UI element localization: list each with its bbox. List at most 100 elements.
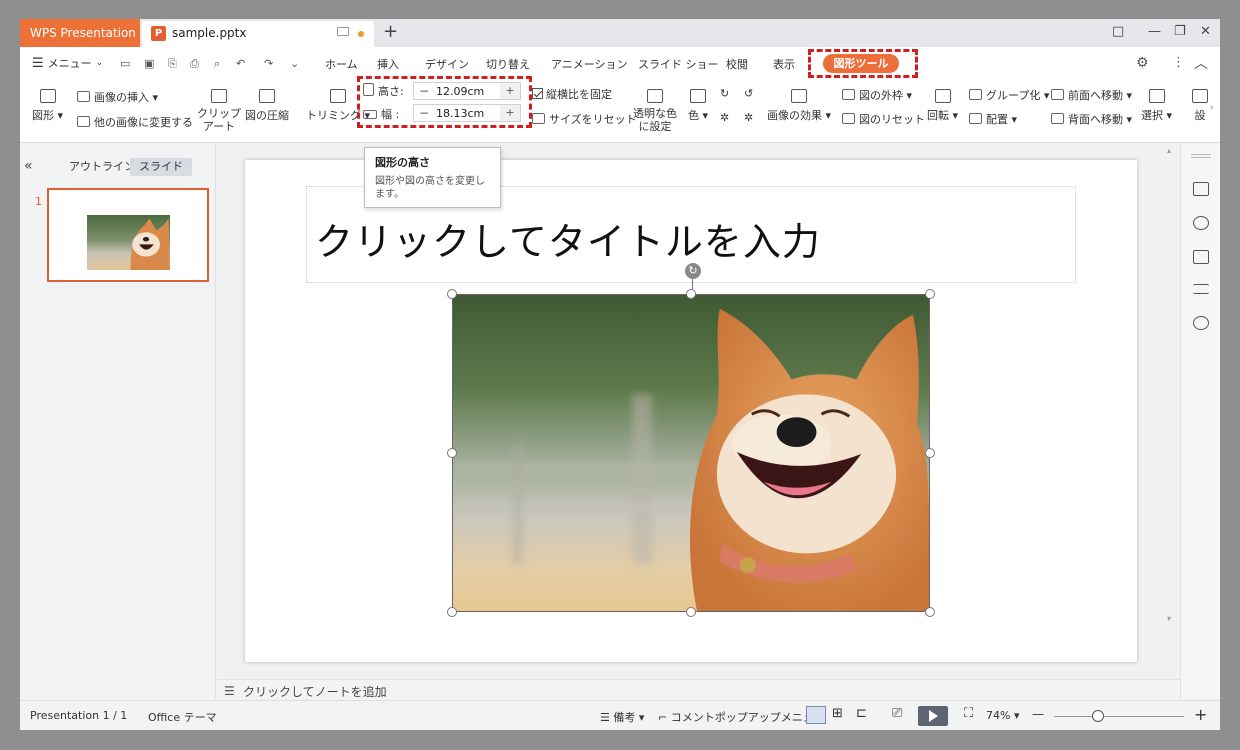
reading-view-icon[interactable]: ⊏ <box>856 706 867 721</box>
contrast-increase-icon[interactable]: ✲ <box>720 111 729 124</box>
send-backward-button[interactable]: 背面へ移動 ▾ <box>1051 111 1132 127</box>
resize-handle-top-left[interactable] <box>447 289 457 299</box>
settings-button-partial[interactable]: 設 <box>1192 89 1208 123</box>
gear-icon[interactable]: ⚙ <box>1136 55 1149 71</box>
scroll-up-icon[interactable]: ▴ <box>1167 146 1171 155</box>
change-image-button[interactable]: 他の画像に変更する <box>77 114 193 130</box>
notes-placeholder[interactable]: クリックしてノートを追加 <box>243 683 387 700</box>
main-menu-button[interactable]: ☰ メニュー ⌄ <box>32 55 103 71</box>
slide-sorter-icon[interactable]: ⊞ <box>832 706 843 721</box>
rotate-handle-icon[interactable]: ↻ <box>685 263 701 279</box>
resize-handle-bottom-left[interactable] <box>447 607 457 617</box>
slide-switch-icon[interactable] <box>1193 182 1209 196</box>
tab-slides[interactable]: スライド <box>130 158 192 176</box>
print-icon[interactable]: ⎙ <box>190 57 199 71</box>
file-tab[interactable]: P sample.pptx <box>142 21 374 47</box>
select-button[interactable]: 選択 ▾ <box>1141 89 1172 123</box>
transparent-color-button[interactable]: 透明な色 に設定 <box>633 89 677 133</box>
minimize-button[interactable]: — <box>1148 24 1161 39</box>
ribbon-scroll-right-icon[interactable]: › <box>1210 103 1214 113</box>
height-stepper[interactable]: − 12.09cm + <box>413 82 521 100</box>
save-icon[interactable]: ▣ <box>144 57 154 70</box>
tab-design[interactable]: デザイン <box>425 56 469 72</box>
properties-sliders-icon[interactable] <box>1193 284 1209 294</box>
tab-insert[interactable]: 挿入 <box>377 56 399 72</box>
image-border-button[interactable]: 図の外枠 ▾ <box>842 87 912 103</box>
close-button[interactable]: ✕ <box>1200 24 1211 39</box>
notes-bar[interactable]: ☰ クリックしてノートを追加 <box>217 679 1180 700</box>
width-stepper[interactable]: − 18.13cm + <box>413 104 521 122</box>
height-value[interactable]: 12.09cm <box>436 85 484 98</box>
fit-window-icon[interactable]: ⛶ <box>964 706 973 721</box>
undo-icon[interactable]: ↶ <box>236 57 245 70</box>
tab-home[interactable]: ホーム <box>325 56 358 72</box>
resize-handle-right[interactable] <box>925 448 935 458</box>
new-tab-button[interactable]: + <box>383 21 398 42</box>
collapse-ribbon-icon[interactable]: ︿ <box>1194 53 1208 73</box>
resize-handle-bottom[interactable] <box>686 607 696 617</box>
compress-image-button[interactable]: 図の圧縮 <box>245 89 289 123</box>
tab-shape-tools[interactable]: 図形ツール <box>823 54 899 73</box>
slide-thumbnail-1[interactable] <box>47 188 209 282</box>
tab-review[interactable]: 校閲 <box>726 56 748 72</box>
width-decrement-button[interactable]: − <box>419 106 429 120</box>
brightness-increase-icon[interactable]: ↻ <box>720 87 729 100</box>
shape-button[interactable]: 図形 ▾ <box>32 89 63 123</box>
window-layout-icon[interactable]: □ <box>1112 24 1124 39</box>
normal-view-icon[interactable] <box>806 706 826 724</box>
notes-toggle-button[interactable]: ☰ 備考 ▾ <box>600 709 644 725</box>
slide-canvas[interactable]: クリックしてタイトルを入力 ↻ <box>245 160 1137 662</box>
arrange-button[interactable]: 配置 ▾ <box>969 111 1017 127</box>
more-options-icon[interactable]: ⋮ <box>1172 55 1185 70</box>
reset-size-button[interactable]: サイズをリセット <box>532 111 637 127</box>
animation-star-icon[interactable] <box>1193 216 1209 230</box>
zoom-level-dropdown[interactable]: 74% ▾ <box>986 709 1019 722</box>
height-decrement-button[interactable]: − <box>419 84 429 98</box>
resize-handle-top-right[interactable] <box>925 289 935 299</box>
brightness-decrease-icon[interactable]: ↺ <box>744 87 753 100</box>
width-value[interactable]: 18.13cm <box>436 107 484 120</box>
restore-button[interactable]: ❐ <box>1174 24 1186 39</box>
height-increment-button[interactable]: + <box>500 83 520 99</box>
scroll-down-icon[interactable]: ▾ <box>1167 614 1171 623</box>
resize-handle-bottom-right[interactable] <box>925 607 935 617</box>
lock-aspect-checkbox[interactable]: 縦横比を固定 <box>532 86 612 102</box>
width-increment-button[interactable]: + <box>500 105 520 121</box>
picture-pane-icon[interactable] <box>1193 250 1209 264</box>
tab-transitions[interactable]: 切り替え <box>486 56 530 72</box>
zoom-slider-knob[interactable] <box>1092 710 1104 722</box>
resize-handle-top[interactable] <box>686 289 696 299</box>
group-button[interactable]: グループ化 ▾ <box>969 87 1049 103</box>
history-clock-icon[interactable] <box>1193 316 1209 330</box>
app-tab-wps[interactable]: WPS Presentation <box>20 19 140 47</box>
reset-image-button[interactable]: 図のリセット <box>842 111 925 127</box>
selected-picture[interactable]: ↻ <box>447 263 935 617</box>
monitor-icon[interactable] <box>337 27 349 36</box>
zoom-out-button[interactable]: — <box>1032 707 1044 721</box>
title-placeholder-text[interactable]: クリックしてタイトルを入力 <box>315 211 821 266</box>
presenter-tools-icon[interactable]: ⎚ <box>892 706 902 721</box>
open-icon[interactable]: ▭ <box>120 57 130 70</box>
trimming-button[interactable]: トリミング ▾ <box>306 89 370 123</box>
rotate-button[interactable]: 回転 ▾ <box>927 89 958 123</box>
clipart-button[interactable]: クリップ アート <box>197 89 241 133</box>
tab-animation[interactable]: アニメーション <box>551 56 628 72</box>
vertical-scrollbar[interactable]: ▴ ▾ <box>1165 144 1179 679</box>
collapse-panel-icon[interactable]: « <box>24 158 33 174</box>
zoom-slider-track[interactable] <box>1054 716 1184 717</box>
export-pdf-icon[interactable]: ⎘ <box>168 57 177 71</box>
play-slideshow-button[interactable] <box>918 706 948 726</box>
resize-handle-left[interactable] <box>447 448 457 458</box>
image-effect-button[interactable]: 画像の効果 ▾ <box>767 89 831 123</box>
insert-image-button[interactable]: 画像の挿入 ▾ <box>77 89 158 105</box>
redo-icon[interactable]: ↷ <box>264 57 273 70</box>
tab-slideshow[interactable]: スライド ショー <box>638 56 719 72</box>
comment-popup-button[interactable]: ⌐ コメントポップアップメニュー <box>658 709 825 725</box>
bring-forward-button[interactable]: 前面へ移動 ▾ <box>1051 87 1132 103</box>
tab-view[interactable]: 表示 <box>773 56 795 72</box>
customize-toolbar-icon[interactable]: ⌄ <box>290 57 299 70</box>
color-button[interactable]: 色 ▾ <box>688 89 708 123</box>
print-preview-icon[interactable]: ⌕ <box>214 57 220 71</box>
zoom-in-button[interactable]: + <box>1194 705 1207 724</box>
contrast-decrease-icon[interactable]: ✲ <box>744 111 753 124</box>
